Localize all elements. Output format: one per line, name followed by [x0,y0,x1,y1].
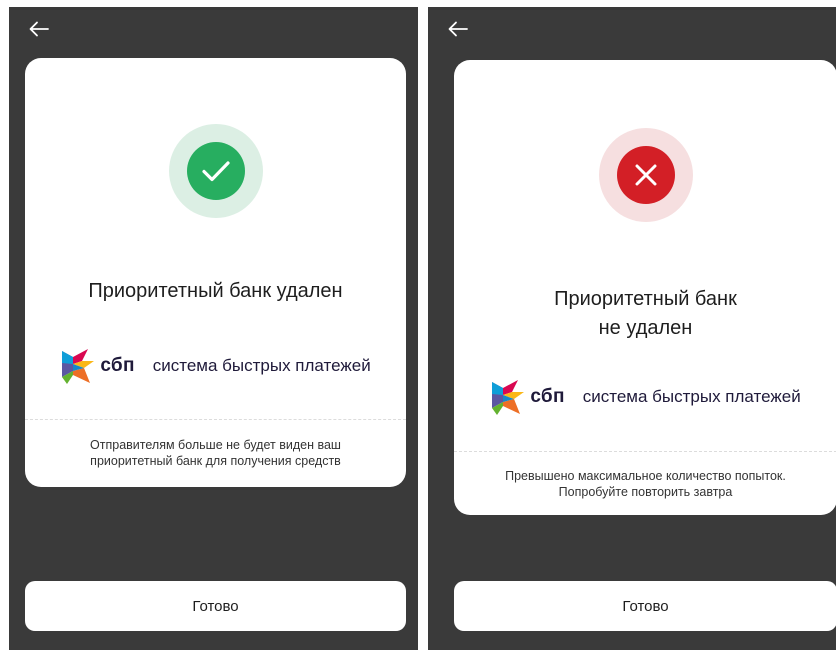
result-card: Приоритетный банк удален сбп система быс… [25,58,406,487]
cross-icon [616,146,675,204]
back-arrow-icon[interactable] [446,19,470,39]
sbp-brand: сбп [490,378,564,416]
sbp-abbr: сбп [530,386,565,407]
success-status-badge [168,124,263,218]
error-status-badge [598,128,693,222]
sbp-logo: сбп система быстрых платежей [25,347,406,385]
sbp-full-name: система быстрых платежей [152,356,371,375]
result-title: Приоритетный банк не удален [454,285,836,343]
result-title-line: не удален [598,317,693,339]
sbp-logo-icon [62,349,95,384]
result-note: Отправителям больше не будет виден ваш п… [45,437,386,469]
success-screen: Приоритетный банк удален сбп система быс… [9,7,418,650]
result-note: Превышено максимальное количество попыто… [474,468,817,500]
result-title-line: Приоритетный банк удален [88,280,343,302]
note-line: Превышено максимальное количество попыто… [505,469,786,483]
done-button[interactable]: Готово [25,581,406,631]
note-line: Попробуйте повторить завтра [558,485,733,499]
sbp-brand: сбп [60,347,134,385]
done-button[interactable]: Готово [454,581,836,631]
note-line: приоритетный банк для получения средств [90,454,341,468]
sbp-abbr: сбп [100,355,135,376]
sbp-logo: сбп система быстрых платежей [454,378,836,416]
error-screen: Приоритетный банк не удален сбп система … [428,7,836,650]
dashed-divider [25,419,406,420]
back-arrow-icon[interactable] [27,19,51,39]
dashed-divider [454,451,836,452]
result-title: Приоритетный банк удален [25,277,406,306]
sbp-full-name: система быстрых платежей [582,387,801,406]
result-title-line: Приоритетный банк [554,288,737,310]
checkmark-icon [186,142,245,200]
result-card: Приоритетный банк не удален сбп система … [454,60,836,515]
sbp-logo-icon [492,380,525,415]
note-line: Отправителям больше не будет виден ваш [90,438,341,452]
